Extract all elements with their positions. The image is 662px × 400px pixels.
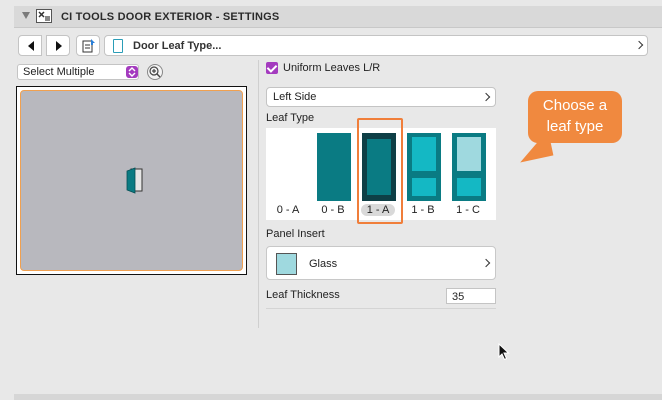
solid-leaf-icon bbox=[317, 133, 351, 201]
chevron-right-icon bbox=[634, 40, 644, 50]
side-dropdown[interactable]: Left Side bbox=[266, 87, 496, 107]
divider bbox=[266, 308, 496, 309]
leaf-thickness-value: 35 bbox=[452, 291, 465, 303]
panel-insert-selector[interactable]: Glass bbox=[266, 246, 496, 280]
previous-button[interactable] bbox=[18, 35, 42, 56]
selected-leaf-highlight bbox=[357, 118, 403, 224]
door-leaf-type-selector[interactable]: Door Leaf Type... bbox=[104, 35, 648, 56]
favorites-button[interactable] bbox=[76, 35, 100, 56]
door-preview bbox=[16, 86, 247, 275]
uniform-leaves-label: Uniform Leaves L/R bbox=[283, 62, 381, 74]
settings-header[interactable]: CI TOOLS DOOR EXTERIOR - SETTINGS bbox=[14, 6, 662, 28]
mouse-cursor-icon bbox=[498, 343, 510, 361]
collapse-triangle-icon[interactable] bbox=[22, 12, 30, 19]
door-icon bbox=[113, 39, 123, 53]
nav-label: Door Leaf Type... bbox=[133, 40, 222, 52]
dropdown-arrows-icon bbox=[126, 66, 138, 78]
chevron-left-icon bbox=[28, 41, 34, 51]
two-panel-leaf-icon bbox=[407, 133, 441, 201]
panel-insert-label: Panel Insert bbox=[266, 228, 325, 240]
door-leaf-preview-icon bbox=[126, 167, 143, 194]
zoom-in-button[interactable] bbox=[147, 64, 163, 80]
chevron-right-icon bbox=[481, 92, 491, 102]
preview-canvas bbox=[20, 90, 243, 271]
next-button[interactable] bbox=[46, 35, 70, 56]
leaf-option-label: 0 - A bbox=[276, 204, 300, 216]
favorites-icon bbox=[82, 39, 95, 53]
page-title: CI TOOLS DOOR EXTERIOR - SETTINGS bbox=[61, 11, 280, 23]
settings-dialog-icon bbox=[36, 9, 52, 23]
zoom-in-icon bbox=[149, 66, 161, 78]
leaf-thickness-input[interactable]: 35 bbox=[446, 288, 496, 304]
callout-line-1: Choose a bbox=[542, 97, 608, 114]
footer-strip bbox=[14, 394, 662, 400]
glass-swatch bbox=[276, 253, 297, 275]
callout-text: Choose a leaf type bbox=[528, 95, 622, 137]
callout-line-2: leaf type bbox=[546, 118, 604, 135]
callout-bubble: Choose a leaf type bbox=[528, 91, 622, 143]
pane-divider bbox=[258, 60, 259, 328]
panel-insert-value: Glass bbox=[309, 258, 338, 270]
leaf-option-1c[interactable]: 1 - C bbox=[446, 128, 490, 220]
leaf-option-1b[interactable]: 1 - B bbox=[401, 128, 445, 220]
leaf-type-label: Leaf Type bbox=[266, 112, 315, 124]
select-multiple-dropdown[interactable]: Select Multiple bbox=[17, 64, 139, 80]
leaf-option-label: 1 - C bbox=[456, 204, 480, 216]
leaf-option-0a[interactable]: 0 - A bbox=[266, 128, 310, 220]
select-multiple-label: Select Multiple bbox=[23, 66, 95, 78]
leaf-option-label: 0 - B bbox=[321, 204, 345, 216]
glass-panel-leaf-icon bbox=[452, 133, 486, 201]
chevron-right-icon bbox=[481, 258, 491, 268]
uniform-leaves-checkbox[interactable] bbox=[266, 62, 278, 74]
leaf-thickness-label: Leaf Thickness bbox=[266, 289, 340, 301]
chevron-right-icon bbox=[56, 41, 62, 51]
side-value: Left Side bbox=[273, 91, 317, 103]
leaf-option-label: 1 - B bbox=[411, 204, 435, 216]
leaf-option-0b[interactable]: 0 - B bbox=[311, 128, 355, 220]
